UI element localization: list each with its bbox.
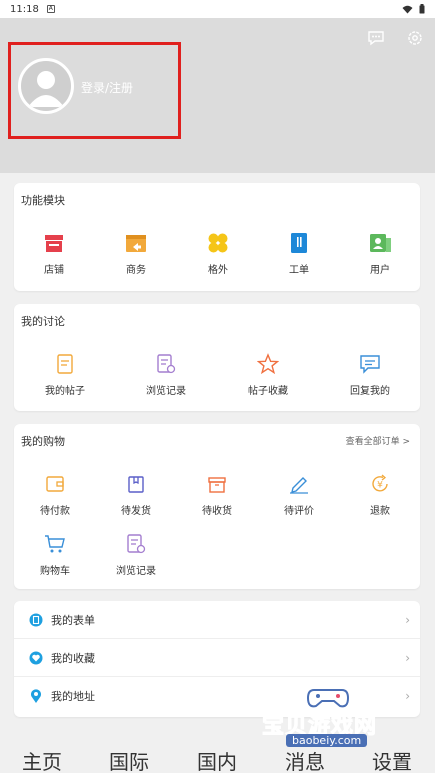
module-ticket[interactable]: 工单 <box>269 231 329 276</box>
location-icon <box>31 689 41 703</box>
ticket-icon <box>287 231 311 255</box>
discussion-label: 帖子收藏 <box>248 386 288 397</box>
view-all-orders-link[interactable]: 查看全部订单 > <box>346 434 410 447</box>
package-icon <box>124 472 148 496</box>
nav-domestic[interactable]: 国内 <box>197 746 237 773</box>
shopping-browse-history[interactable]: 浏览记录 <box>106 532 166 577</box>
store-icon <box>42 231 66 255</box>
heart-icon <box>29 651 43 664</box>
history-icon <box>154 352 178 376</box>
module-label: 格外 <box>208 265 228 276</box>
list-item-my-favorites[interactable]: 我的收藏 › <box>14 639 420 677</box>
post-icon <box>53 352 77 376</box>
function-modules-card: 功能模块 店铺 商务 格外 工单 用户 <box>14 183 420 291</box>
discussion-replies-to-me[interactable]: 回复我的 <box>340 352 400 397</box>
discussion-label: 我的帖子 <box>45 386 85 397</box>
shopping-cart[interactable]: 购物车 <box>25 532 85 577</box>
order-pending-payment[interactable]: 待付款 <box>25 472 85 517</box>
login-highlight-box[interactable]: 登录/注册 <box>8 42 181 139</box>
history-icon <box>124 532 148 556</box>
module-label: 用户 <box>370 265 390 276</box>
message-icon[interactable] <box>366 28 386 48</box>
notification-icon: A <box>46 5 55 13</box>
order-pending-review[interactable]: 待评价 <box>269 472 329 517</box>
wifi-icon <box>402 5 413 13</box>
profile-header: 登录/注册 <box>0 18 435 173</box>
list-item-label: 我的地址 <box>51 690 95 703</box>
discussion-label: 浏览记录 <box>146 386 186 397</box>
login-register-link[interactable]: 登录/注册 <box>81 79 133 96</box>
reply-icon <box>358 352 382 376</box>
star-icon <box>256 352 280 376</box>
avatar[interactable] <box>18 58 74 114</box>
order-label: 浏览记录 <box>116 566 156 577</box>
form-icon <box>29 613 43 626</box>
order-label: 待收货 <box>202 506 232 517</box>
order-label: 待发货 <box>121 506 151 517</box>
svg-text:¥: ¥ <box>377 481 383 491</box>
list-item-label: 我的表单 <box>51 613 95 627</box>
my-discussion-card: 我的讨论 我的帖子 浏览记录 帖子收藏 回复我的 <box>14 304 420 411</box>
module-business[interactable]: 商务 <box>106 231 166 276</box>
section-title: 我的讨论 <box>21 315 65 328</box>
discussion-browse-history[interactable]: 浏览记录 <box>136 352 196 397</box>
watermark-logo: 宝贝游戏网 baobeiy.com <box>256 684 421 754</box>
status-time: 11:18 <box>10 3 39 15</box>
module-label: 店铺 <box>44 265 64 276</box>
status-bar: 11:18 A <box>0 0 435 18</box>
order-label: 待付款 <box>40 506 70 517</box>
settings-gear-icon[interactable] <box>405 28 425 48</box>
my-shopping-card: 我的购物 查看全部订单 > 待付款 待发货 待收货 待评价 ¥ 退款 购物车 浏… <box>14 424 420 589</box>
watermark-url: baobeiy.com <box>286 734 368 747</box>
module-label: 工单 <box>289 265 309 276</box>
status-icons <box>402 4 425 14</box>
list-item-my-forms[interactable]: 我的表单 › <box>14 601 420 639</box>
refund-icon: ¥ <box>368 472 392 496</box>
module-user[interactable]: 用户 <box>350 231 410 276</box>
order-pending-shipment[interactable]: 待发货 <box>106 472 166 517</box>
user-card-icon <box>368 231 392 255</box>
order-label: 退款 <box>370 506 390 517</box>
module-store[interactable]: 店铺 <box>24 231 84 276</box>
order-label: 待评价 <box>284 506 314 517</box>
order-pending-receipt[interactable]: 待收货 <box>187 472 247 517</box>
nav-international[interactable]: 国际 <box>109 746 149 773</box>
module-label: 商务 <box>126 265 146 276</box>
list-item-label: 我的收藏 <box>51 651 95 665</box>
business-icon <box>124 231 148 255</box>
battery-icon <box>419 4 425 14</box>
chevron-right-icon: › <box>405 612 410 627</box>
pen-icon <box>287 472 311 496</box>
chevron-right-icon: › <box>405 650 410 665</box>
cart-icon <box>43 532 67 556</box>
clover-icon <box>206 231 230 255</box>
discussion-label: 回复我的 <box>350 386 390 397</box>
section-title: 我的购物 <box>21 435 65 448</box>
box-icon <box>205 472 229 496</box>
order-label: 购物车 <box>40 566 70 577</box>
section-title: 功能模块 <box>21 194 65 207</box>
discussion-post-favorites[interactable]: 帖子收藏 <box>238 352 298 397</box>
wallet-icon <box>43 472 67 496</box>
nav-home[interactable]: 主页 <box>22 746 62 773</box>
module-extra[interactable]: 格外 <box>188 231 248 276</box>
discussion-my-posts[interactable]: 我的帖子 <box>35 352 95 397</box>
order-refund[interactable]: ¥ 退款 <box>350 472 410 517</box>
gamepad-icon <box>306 689 350 708</box>
default-avatar-icon <box>28 71 64 107</box>
